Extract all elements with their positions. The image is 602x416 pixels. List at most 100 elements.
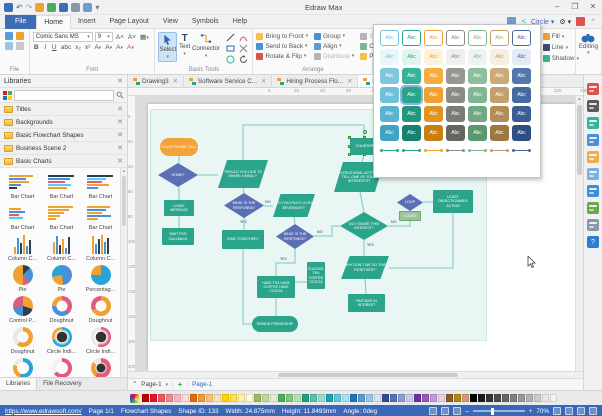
fill-button[interactable]: Fill▾ bbox=[543, 31, 572, 42]
doc-tab-hiring-process-flo-[interactable]: Hiring Process Flo...✕ bbox=[272, 75, 358, 87]
flow-node-least-objectionable-action[interactable]: LEAST OBJECTIONABLE ACTION bbox=[433, 190, 473, 213]
shape-style-icon[interactable] bbox=[587, 117, 599, 129]
new-document-icon[interactable] bbox=[35, 3, 44, 12]
zoom-in-button[interactable]: + bbox=[529, 408, 533, 415]
flow-node-choose-beverage[interactable]: CHOOSE: TEA COFFEE COCOA bbox=[307, 262, 325, 289]
shape-item-colv_c[interactable]: Column C... bbox=[82, 234, 119, 262]
doc-tab-drawing3[interactable]: Drawing3✕ bbox=[128, 75, 184, 87]
style-swatch-green-4[interactable]: Abc bbox=[468, 106, 487, 122]
style-swatch-gray-2[interactable]: Abc bbox=[446, 68, 465, 84]
shape-item-donut_b[interactable]: Doughnut bbox=[82, 296, 119, 324]
menu-tab-help[interactable]: Help bbox=[226, 15, 254, 29]
zoom-level[interactable]: 70% bbox=[536, 408, 549, 415]
font-style-button-x₂[interactable]: x₂ bbox=[74, 44, 82, 51]
palette-color-12[interactable] bbox=[238, 394, 245, 402]
menu-tab-view[interactable]: View bbox=[156, 15, 185, 29]
style-swatch-amber-5[interactable]: Abc bbox=[424, 125, 443, 141]
zoom-out-button[interactable]: – bbox=[465, 408, 469, 415]
palette-color-2[interactable] bbox=[158, 394, 165, 402]
shape-item-barh_pair[interactable]: Bar Chart bbox=[82, 203, 119, 231]
flow-node-dine-together[interactable]: DINE TOGETHER? bbox=[222, 230, 264, 249]
style-swatch-green-3[interactable]: Abc bbox=[468, 87, 487, 103]
minimize-button[interactable]: – bbox=[548, 0, 566, 14]
library-folder-business-scene-2[interactable]: Business Scene 2✕ bbox=[0, 142, 127, 155]
style-swatch-navy-5[interactable]: Abc bbox=[512, 125, 531, 141]
selection-handle[interactable] bbox=[363, 136, 366, 139]
style-swatch-sky-4[interactable]: Abc bbox=[380, 106, 399, 122]
edrawsoft-link[interactable]: https://www.edrawsoft.com/ bbox=[5, 408, 82, 415]
line-button[interactable]: Line▾ bbox=[543, 42, 572, 53]
paste-icon[interactable] bbox=[16, 32, 24, 40]
presentation-view-icon[interactable] bbox=[453, 407, 461, 415]
flow-node-renew-friendship[interactable]: RENEW FRIENDSHIP bbox=[252, 316, 298, 332]
align-button[interactable]: Align▾ bbox=[314, 41, 354, 51]
flow-node-wait-for-callback[interactable]: WAIT FOR CALLBACK bbox=[162, 228, 194, 245]
normal-view-icon[interactable] bbox=[429, 407, 437, 415]
bullet-list-icon[interactable]: A▾ bbox=[104, 44, 113, 51]
table-icon[interactable]: ▦▾ bbox=[139, 33, 150, 41]
font-style-button-u[interactable]: U bbox=[51, 44, 58, 51]
group-button[interactable]: Group▾ bbox=[314, 31, 354, 41]
palette-color-39[interactable] bbox=[454, 394, 461, 402]
increase-font-icon[interactable]: A˄ bbox=[115, 34, 125, 41]
close-library-icon[interactable]: ✕ bbox=[117, 105, 123, 113]
library-scrollbar[interactable]: ▲ bbox=[120, 168, 127, 377]
palette-color-1[interactable] bbox=[150, 394, 157, 402]
connector-style-5[interactable] bbox=[490, 146, 509, 154]
palette-color-34[interactable] bbox=[414, 394, 421, 402]
palette-color-14[interactable] bbox=[254, 394, 261, 402]
library-folder-titles[interactable]: Titles✕ bbox=[0, 103, 127, 116]
shape-item-circle_b[interactable]: Circle Indi... bbox=[82, 327, 119, 355]
open-icon[interactable] bbox=[47, 3, 56, 12]
style-swatch-navy-3[interactable]: Abc bbox=[512, 87, 531, 103]
palette-color-44[interactable] bbox=[494, 394, 501, 402]
style-swatch-gray-5[interactable]: Abc bbox=[446, 125, 465, 141]
style-swatch-tan-4[interactable]: Abc bbox=[490, 106, 509, 122]
style-swatch-amber-0[interactable]: Abc bbox=[424, 30, 443, 46]
palette-color-41[interactable] bbox=[470, 394, 477, 402]
pen-icon[interactable] bbox=[587, 100, 599, 112]
format-painter-icon[interactable] bbox=[5, 32, 13, 40]
horizontal-scrollbar[interactable] bbox=[128, 371, 583, 378]
save-icon[interactable] bbox=[4, 3, 13, 12]
selection-handle[interactable] bbox=[348, 153, 351, 156]
shape-item-ring_c[interactable] bbox=[82, 358, 119, 377]
flow-node-have-beverage[interactable]: HAVE TEA HAVE COFFEE HAVE COCOA bbox=[257, 276, 295, 298]
style-swatch-amber-2[interactable]: Abc bbox=[424, 68, 443, 84]
add-page-button[interactable]: + bbox=[178, 380, 183, 389]
close-library-icon[interactable]: ✕ bbox=[117, 131, 123, 139]
libraries-close-icon[interactable]: ✕ bbox=[117, 77, 123, 85]
palette-color-51[interactable] bbox=[550, 394, 557, 402]
rotation-handle[interactable] bbox=[363, 130, 367, 134]
palette-color-42[interactable] bbox=[478, 394, 485, 402]
zoom-slider[interactable] bbox=[473, 410, 525, 412]
shape-item-colv_b[interactable]: Column C... bbox=[43, 234, 80, 262]
shape-item-donut_a[interactable]: Doughnut bbox=[43, 296, 80, 324]
selection-handle[interactable] bbox=[348, 145, 351, 148]
task-icon[interactable] bbox=[587, 202, 599, 214]
shape-item-pie_a[interactable]: Pie bbox=[4, 265, 41, 293]
palette-color-19[interactable] bbox=[294, 394, 301, 402]
style-swatch-green-2[interactable]: Abc bbox=[468, 68, 487, 84]
style-swatch-navy-1[interactable]: Abc bbox=[512, 49, 531, 65]
selection-handle[interactable] bbox=[348, 136, 351, 139]
style-swatch-sky-3[interactable]: Abc bbox=[380, 87, 399, 103]
shadow-button[interactable]: Shadow▾ bbox=[543, 53, 572, 64]
close-library-icon[interactable]: ✕ bbox=[117, 118, 123, 126]
export-icon[interactable] bbox=[59, 3, 68, 12]
style-swatch-sky-1[interactable]: Abc bbox=[380, 49, 399, 65]
page-view-icon[interactable] bbox=[441, 407, 449, 415]
style-swatch-teal-0[interactable]: Abc bbox=[402, 30, 421, 46]
palette-color-27[interactable] bbox=[358, 394, 365, 402]
font-style-button-x²[interactable]: x² bbox=[84, 44, 91, 51]
shape-item-donut_c[interactable]: Doughnut bbox=[4, 327, 41, 355]
palette-color-49[interactable] bbox=[534, 394, 541, 402]
shape-item-ring_b[interactable] bbox=[43, 358, 80, 377]
fullscreen-icon[interactable] bbox=[589, 407, 597, 415]
search-icon[interactable] bbox=[116, 91, 124, 99]
palette-color-16[interactable] bbox=[270, 394, 277, 402]
style-swatch-amber-3[interactable]: Abc bbox=[424, 87, 443, 103]
palette-color-0[interactable] bbox=[142, 394, 149, 402]
connector-tool-button[interactable]: Connector▾ bbox=[192, 32, 220, 60]
style-swatch-sky-5[interactable]: Abc bbox=[380, 125, 399, 141]
